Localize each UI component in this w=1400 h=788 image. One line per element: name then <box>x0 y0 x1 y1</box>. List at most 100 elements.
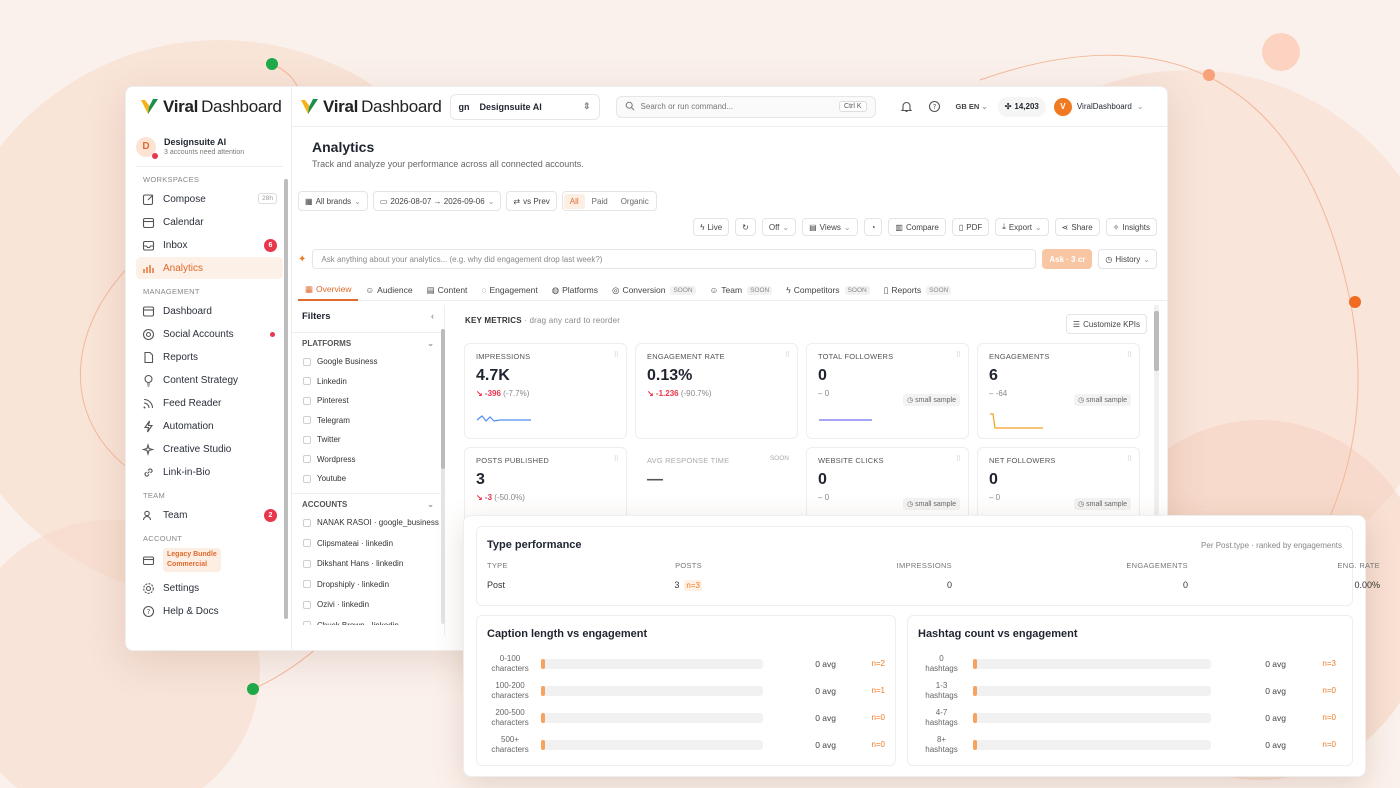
account-filter-item[interactable]: Dropshiply · linkedin <box>292 574 444 595</box>
metric-delta: ↘ -1.236 (-90.7%) <box>647 389 786 398</box>
sidebar-item-team[interactable]: Team 2 <box>136 504 283 526</box>
checkbox[interactable] <box>303 455 311 464</box>
drag-handle-icon[interactable]: ⠿ <box>956 351 961 359</box>
platform-filter-item[interactable]: Twitter <box>292 430 444 450</box>
checkbox[interactable] <box>303 396 311 405</box>
checkbox[interactable] <box>303 377 311 386</box>
compare-button[interactable]: ▥ Compare <box>888 218 946 236</box>
tab-platforms[interactable]: ◍ Platforms <box>545 279 605 301</box>
ask-input[interactable]: Ask anything about your analytics... (e.… <box>312 249 1037 269</box>
insights-button[interactable]: ✧ Insights <box>1105 218 1157 236</box>
live-button[interactable]: ϟ Live <box>693 218 730 236</box>
sidebar-item-calendar[interactable]: Calendar <box>136 211 283 233</box>
sidebar-item-content-strategy[interactable]: Content Strategy <box>136 369 283 391</box>
compare-prev-toggle[interactable]: ⇄ vs Prev <box>506 191 557 211</box>
sidebar-scrollbar[interactable] <box>284 179 288 619</box>
refresh-button[interactable]: ↻ <box>735 218 756 236</box>
sidebar-item-legacy-bundle[interactable]: Legacy Bundle Commercial <box>136 547 283 573</box>
tab-conversion[interactable]: ◎ Conversion SOON <box>605 279 703 301</box>
auto-refresh-select[interactable]: Off ⌄ <box>761 218 797 236</box>
tab-engagement[interactable]: ◌ Engagement <box>474 279 544 301</box>
user-menu[interactable]: V ViralDashboard ⌄ <box>1053 97 1144 116</box>
brands-select[interactable]: ▦ All brands ⌄ <box>298 191 368 211</box>
checkbox[interactable] <box>303 621 311 625</box>
sidebar-item-help[interactable]: ? Help & Docs <box>136 600 283 622</box>
drag-handle-icon[interactable]: ⠿ <box>614 455 619 463</box>
topbar-logo[interactable]: Viral Dashboard <box>298 87 442 127</box>
tab-reports[interactable]: ▯ Reports SOON <box>877 279 959 301</box>
segment-organic[interactable]: Organic <box>615 194 655 209</box>
checkbox[interactable] <box>303 539 311 548</box>
drag-handle-icon[interactable]: ⠿ <box>956 455 961 463</box>
history-button[interactable]: ◷ History ⌄ <box>1098 249 1157 269</box>
account-filter-item[interactable]: Clipsmateai · linkedin <box>292 533 444 554</box>
sidebar-item-inbox[interactable]: Inbox 6 <box>136 234 283 256</box>
filters-scrollbar[interactable] <box>441 329 445 624</box>
platforms-section-header[interactable]: PLATFORMS ⌄ <box>292 332 444 352</box>
sidebar-item-social-accounts[interactable]: Social Accounts <box>136 323 283 345</box>
platform-filter-item[interactable]: Telegram <box>292 411 444 431</box>
checkbox[interactable] <box>303 474 311 483</box>
metric-card-engagement-rate[interactable]: ENGAGEMENT RATE 0.13% ↘ -1.236 (-90.7%) … <box>635 343 798 439</box>
export-button[interactable]: ⤓ Export ⌄ <box>995 218 1049 236</box>
help-circle-icon[interactable]: ? <box>928 100 942 114</box>
alerts-button[interactable]: ◔ <box>863 218 883 236</box>
pdf-button[interactable]: ▯ PDF <box>951 218 990 236</box>
sidebar-logo[interactable]: Viral Dashboard <box>126 87 291 127</box>
account-filter-item[interactable]: Chuck Brown · linkedin <box>292 615 444 625</box>
tab-content[interactable]: ▤ Content <box>420 279 475 301</box>
metric-card-impressions[interactable]: IMPRESSIONS 4.7K ↘ -396 (-7.7%) ⠿ <box>464 343 627 439</box>
metric-card-engagements[interactable]: ENGAGEMENTS 6 – -64 ⠿ ◷ small sample <box>977 343 1140 439</box>
platform-filter-item[interactable]: Youtube <box>292 469 444 489</box>
segment-all[interactable]: All <box>563 193 585 209</box>
sidebar-item-dashboard[interactable]: Dashboard <box>136 300 283 322</box>
customize-kpis-button[interactable]: ☰ Customize KPIs <box>1065 314 1147 334</box>
account-filter-item[interactable]: Ozivi · linkedin <box>292 595 444 616</box>
platform-filter-item[interactable]: Google Business <box>292 352 444 372</box>
account-filter-item[interactable]: NANAK RASOI · google_business <box>292 513 444 534</box>
metric-card-total-followers[interactable]: TOTAL FOLLOWERS 0 – 0 ⠿ ◷ small sample <box>806 343 969 439</box>
credits-pill[interactable]: ✣ 14,203 <box>997 96 1046 117</box>
checkbox[interactable] <box>303 559 311 568</box>
drag-handle-icon[interactable]: ⠿ <box>785 351 790 359</box>
tab-team[interactable]: ☺ Team SOON <box>703 279 780 301</box>
platform-filter-item[interactable]: Wordpress <box>292 450 444 470</box>
drag-handle-icon[interactable]: ⠿ <box>614 351 619 359</box>
sidebar-item-analytics[interactable]: Analytics <box>136 257 283 279</box>
command-search[interactable]: Search or run command... Ctrl K <box>615 95 876 118</box>
sidebar-item-link-in-bio[interactable]: Link-in-Bio <box>136 461 283 483</box>
bell-icon[interactable] <box>900 100 914 114</box>
checkbox[interactable] <box>303 518 311 527</box>
checkbox[interactable] <box>303 416 311 425</box>
platform-filter-item[interactable]: Pinterest <box>292 391 444 411</box>
drag-handle-icon[interactable]: ⠿ <box>1127 351 1132 359</box>
dashboard-icon <box>142 305 155 318</box>
bar-label: 0 hashtags <box>918 654 965 674</box>
ask-button[interactable]: Ask · 3 cr <box>1042 249 1093 269</box>
checkbox[interactable] <box>303 580 311 589</box>
tab-competitors[interactable]: ϟ Competitors SOON <box>779 279 876 301</box>
checkbox[interactable] <box>303 600 311 609</box>
sidebar-item-settings[interactable]: Settings <box>136 577 283 599</box>
language-select[interactable]: GB EN ⌄ <box>956 102 988 111</box>
sidebar-item-reports[interactable]: Reports <box>136 346 283 368</box>
drag-handle-icon[interactable]: ⠿ <box>1127 455 1132 463</box>
views-select[interactable]: ▤ Views ⌄ <box>802 218 858 236</box>
checkbox[interactable] <box>303 435 311 444</box>
segment-paid[interactable]: Paid <box>586 194 614 209</box>
tab-audience[interactable]: ☺ Audience <box>358 279 419 301</box>
checkbox[interactable] <box>303 357 311 366</box>
sidebar-item-automation[interactable]: Automation <box>136 415 283 437</box>
workspace-select[interactable]: gn Designsuite AI ⇕ <box>449 93 600 120</box>
sidebar-item-compose[interactable]: Compose 28h <box>136 188 283 210</box>
workspace-switcher[interactable]: D Designsuite AI 3 accounts need attenti… <box>136 133 283 167</box>
collapse-icon[interactable]: ‹ <box>431 311 434 322</box>
sidebar-item-feed-reader[interactable]: Feed Reader <box>136 392 283 414</box>
share-button[interactable]: ⋖ Share <box>1054 218 1100 236</box>
tab-overview[interactable]: ▦ Overview <box>298 279 359 301</box>
date-range-picker[interactable]: ▭ 2026-08-07 → 2026-09-06 ⌄ <box>372 191 502 211</box>
sidebar-item-creative-studio[interactable]: Creative Studio <box>136 438 283 460</box>
accounts-section-header[interactable]: ACCOUNTS ⌄ <box>292 492 444 513</box>
platform-filter-item[interactable]: Linkedin <box>292 372 444 392</box>
account-filter-item[interactable]: Dikshant Hans · linkedin <box>292 554 444 575</box>
